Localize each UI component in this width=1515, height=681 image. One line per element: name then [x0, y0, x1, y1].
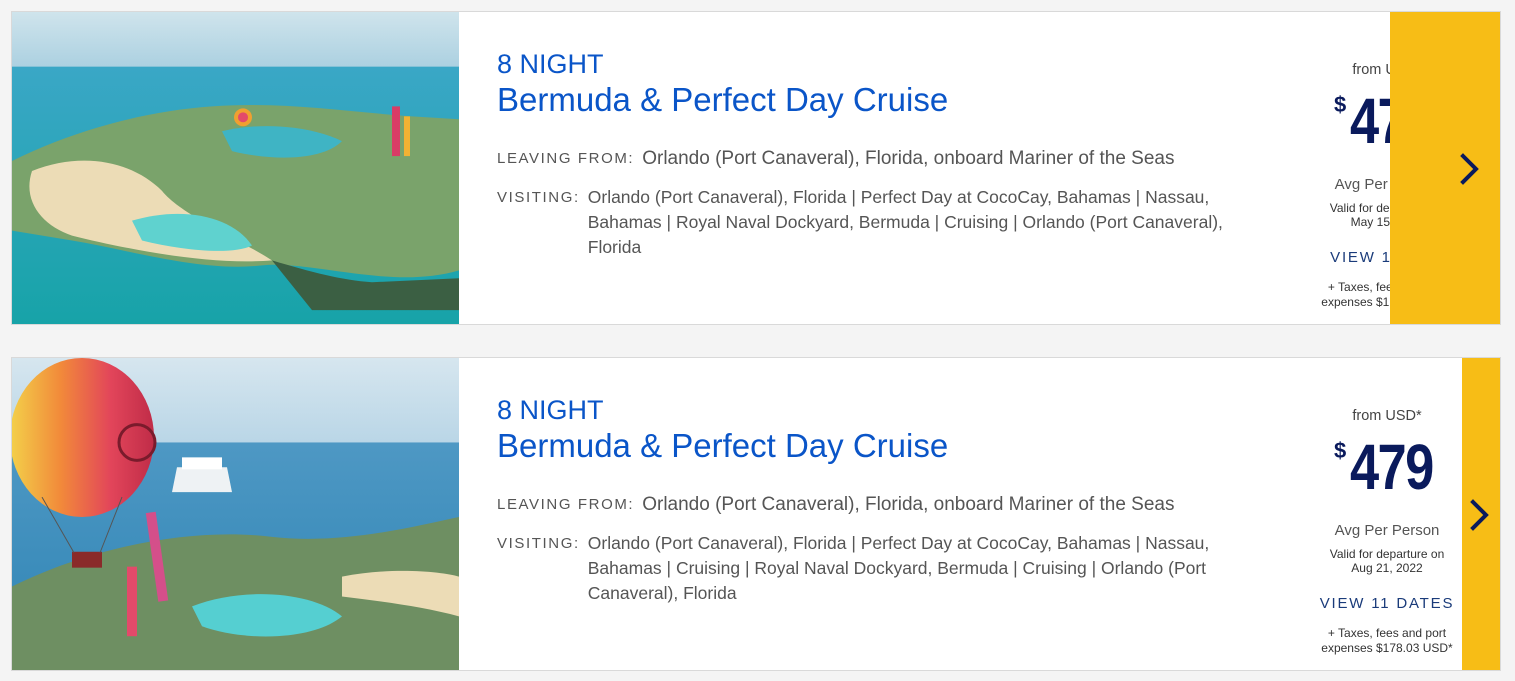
island-aerial-photo[interactable]: [12, 12, 459, 324]
avg-per-person-label: Avg Per Person: [1334, 522, 1440, 539]
price-value: 479: [1350, 431, 1434, 503]
leaving-label: LEAVING FROM:: [497, 496, 635, 513]
leaving-value: Orlando (Port Canaveral), Florida, onboa…: [642, 494, 1175, 515]
valid-departure: Valid for departure on Aug 21, 2022: [1312, 547, 1462, 575]
chevron-right-icon[interactable]: [1466, 498, 1494, 532]
from-label: from USD*: [1352, 408, 1422, 424]
taxes-line2: expenses $178.03 USD*: [1321, 641, 1453, 655]
taxes-line1: + Taxes, fees and port: [1327, 626, 1447, 640]
cruise-card-2[interactable]: 8 NIGHT Bermuda & Perfect Day Cruise LEA…: [11, 357, 1501, 671]
cruise-info: 8 NIGHT Bermuda & Perfect Day Cruise LEA…: [497, 48, 1257, 260]
cruise-title[interactable]: Bermuda & Perfect Day Cruise: [497, 426, 1257, 466]
price-amount: $ 479: [1312, 430, 1462, 510]
nights-label: 8 NIGHT: [497, 49, 604, 79]
leaving-value: Orlando (Port Canaveral), Florida, onboa…: [642, 148, 1175, 169]
currency-symbol: $: [1334, 438, 1347, 463]
price-panel: from USD* $ 479 Avg Per Person Valid for…: [1312, 358, 1462, 670]
cruise-title[interactable]: Bermuda & Perfect Day Cruise: [497, 80, 1257, 120]
chevron-right-icon[interactable]: [1456, 152, 1484, 186]
visiting-row: VISITING: Orlando (Port Canaveral), Flor…: [497, 185, 1257, 260]
valid-line1: Valid for departure on: [1329, 547, 1445, 561]
view-dates-link[interactable]: VIEW 11 DATES: [1312, 595, 1462, 612]
visiting-value: Orlando (Port Canaveral), Florida | Perf…: [587, 533, 1210, 603]
cruise-card-1[interactable]: 8 NIGHT Bermuda & Perfect Day Cruise LEA…: [11, 11, 1501, 325]
valid-date: Aug 21, 2022: [1351, 561, 1423, 575]
leaving-row: LEAVING FROM: Orlando (Port Canaveral), …: [497, 492, 1257, 517]
visiting-label: VISITING:: [497, 535, 580, 552]
balloon-island-photo[interactable]: [12, 358, 459, 670]
visiting-value: Orlando (Port Canaveral), Florida | Perf…: [587, 187, 1223, 257]
taxes-note: + Taxes, fees and port expenses $178.03 …: [1312, 626, 1462, 656]
cruise-info: 8 NIGHT Bermuda & Perfect Day Cruise LEA…: [497, 394, 1257, 606]
nights-label: 8 NIGHT: [497, 395, 604, 425]
leaving-row: LEAVING FROM: Orlando (Port Canaveral), …: [497, 146, 1257, 171]
currency-symbol: $: [1334, 92, 1347, 117]
leaving-label: LEAVING FROM:: [497, 150, 635, 167]
visiting-label: VISITING:: [497, 189, 580, 206]
visiting-row: VISITING: Orlando (Port Canaveral), Flor…: [497, 531, 1257, 606]
